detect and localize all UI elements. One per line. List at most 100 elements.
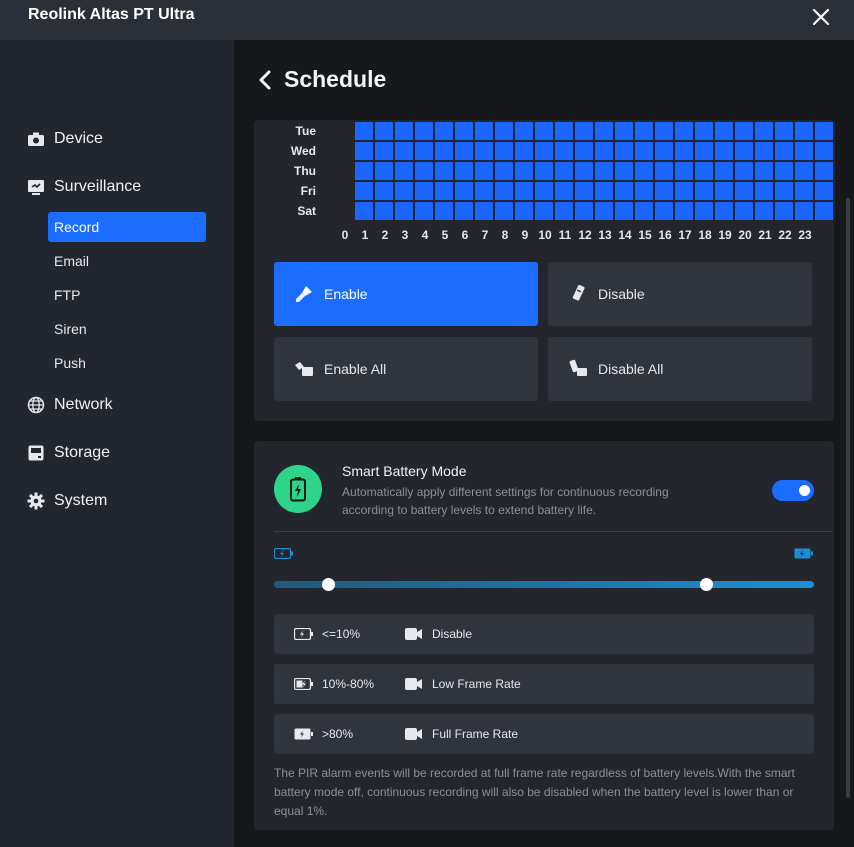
schedule-cell[interactable] [415, 122, 435, 142]
schedule-cell[interactable] [735, 162, 755, 182]
schedule-cell[interactable] [535, 142, 555, 162]
schedule-cell[interactable] [515, 122, 535, 142]
schedule-cell[interactable] [375, 162, 395, 182]
schedule-cell[interactable] [635, 122, 655, 142]
schedule-cell[interactable] [635, 162, 655, 182]
schedule-cell[interactable] [375, 122, 395, 142]
schedule-cell[interactable] [755, 162, 775, 182]
schedule-cell[interactable] [615, 202, 635, 222]
schedule-cell[interactable] [735, 122, 755, 142]
schedule-cell[interactable] [375, 182, 395, 202]
schedule-cell[interactable] [615, 142, 635, 162]
battery-range-slider[interactable] [274, 581, 814, 588]
schedule-cell[interactable] [395, 142, 415, 162]
schedule-cell[interactable] [595, 182, 615, 202]
schedule-cell[interactable] [455, 122, 475, 142]
schedule-cell[interactable] [515, 202, 535, 222]
schedule-cell[interactable] [475, 202, 495, 222]
schedule-cell[interactable] [495, 142, 515, 162]
schedule-cell[interactable] [355, 142, 375, 162]
schedule-cell[interactable] [395, 162, 415, 182]
schedule-cell[interactable] [695, 162, 715, 182]
schedule-cell[interactable] [435, 162, 455, 182]
schedule-cell[interactable] [795, 162, 815, 182]
schedule-cell[interactable] [535, 202, 555, 222]
schedule-grid[interactable] [355, 122, 835, 222]
schedule-cell[interactable] [675, 202, 695, 222]
sidebar-subitem-ftp[interactable]: FTP [48, 280, 206, 310]
schedule-cell[interactable] [535, 182, 555, 202]
schedule-cell[interactable] [715, 122, 735, 142]
schedule-cell[interactable] [675, 122, 695, 142]
schedule-cell[interactable] [575, 182, 595, 202]
schedule-cell[interactable] [795, 202, 815, 222]
sidebar-subitem-push[interactable]: Push [48, 348, 206, 378]
schedule-cell[interactable] [655, 142, 675, 162]
schedule-cell[interactable] [715, 182, 735, 202]
schedule-cell[interactable] [595, 202, 615, 222]
schedule-cell[interactable] [595, 122, 615, 142]
schedule-cell[interactable] [355, 162, 375, 182]
schedule-cell[interactable] [655, 162, 675, 182]
schedule-cell[interactable] [435, 142, 455, 162]
schedule-cell[interactable] [535, 162, 555, 182]
schedule-cell[interactable] [755, 202, 775, 222]
sidebar-item-surveillance[interactable]: Surveillance [26, 175, 141, 199]
schedule-cell[interactable] [495, 162, 515, 182]
schedule-cell[interactable] [555, 182, 575, 202]
enable-button[interactable]: Enable [274, 262, 538, 326]
schedule-cell[interactable] [435, 122, 455, 142]
schedule-cell[interactable] [515, 142, 535, 162]
schedule-cell[interactable] [475, 142, 495, 162]
schedule-cell[interactable] [575, 162, 595, 182]
schedule-cell[interactable] [775, 122, 795, 142]
slider-thumb-high[interactable] [699, 578, 713, 591]
schedule-cell[interactable] [455, 162, 475, 182]
schedule-cell[interactable] [575, 202, 595, 222]
schedule-cell[interactable] [755, 122, 775, 142]
schedule-cell[interactable] [735, 142, 755, 162]
schedule-cell[interactable] [375, 142, 395, 162]
schedule-cell[interactable] [455, 182, 475, 202]
schedule-cell[interactable] [755, 142, 775, 162]
schedule-cell[interactable] [395, 122, 415, 142]
schedule-cell[interactable] [815, 122, 835, 142]
schedule-cell[interactable] [515, 162, 535, 182]
smart-battery-toggle[interactable] [772, 480, 814, 501]
slider-thumb-low[interactable] [321, 578, 335, 591]
schedule-cell[interactable] [715, 202, 735, 222]
schedule-cell[interactable] [415, 142, 435, 162]
schedule-cell[interactable] [395, 182, 415, 202]
sidebar-subitem-siren[interactable]: Siren [48, 314, 206, 344]
schedule-cell[interactable] [495, 202, 515, 222]
schedule-cell[interactable] [715, 142, 735, 162]
schedule-cell[interactable] [575, 142, 595, 162]
schedule-cell[interactable] [695, 202, 715, 222]
schedule-cell[interactable] [455, 202, 475, 222]
schedule-cell[interactable] [815, 182, 835, 202]
schedule-cell[interactable] [675, 182, 695, 202]
schedule-cell[interactable] [395, 202, 415, 222]
schedule-cell[interactable] [675, 142, 695, 162]
schedule-cell[interactable] [715, 162, 735, 182]
sidebar-item-network[interactable]: Network [26, 393, 113, 417]
enable-all-button[interactable]: Enable All [274, 337, 538, 401]
schedule-cell[interactable] [695, 182, 715, 202]
schedule-cell[interactable] [615, 122, 635, 142]
schedule-cell[interactable] [415, 202, 435, 222]
schedule-cell[interactable] [375, 202, 395, 222]
schedule-cell[interactable] [655, 182, 675, 202]
schedule-cell[interactable] [795, 142, 815, 162]
schedule-cell[interactable] [655, 122, 675, 142]
schedule-cell[interactable] [775, 162, 795, 182]
schedule-cell[interactable] [775, 182, 795, 202]
schedule-cell[interactable] [635, 142, 655, 162]
schedule-cell[interactable] [435, 182, 455, 202]
schedule-cell[interactable] [815, 202, 835, 222]
schedule-cell[interactable] [675, 162, 695, 182]
schedule-cell[interactable] [735, 182, 755, 202]
schedule-cell[interactable] [695, 122, 715, 142]
schedule-cell[interactable] [795, 182, 815, 202]
schedule-cell[interactable] [415, 162, 435, 182]
schedule-cell[interactable] [635, 182, 655, 202]
